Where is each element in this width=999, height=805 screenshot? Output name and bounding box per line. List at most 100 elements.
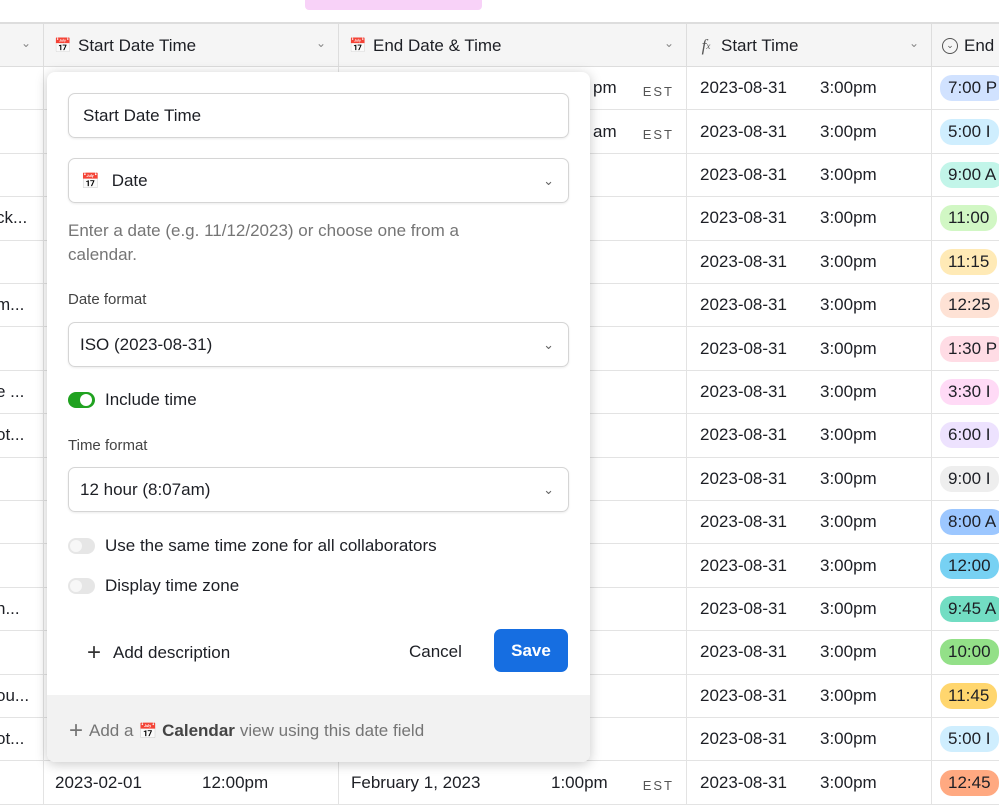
cell-start-time[interactable]: 2023-08-31 3:00pm xyxy=(687,370,932,414)
cell-start-time[interactable]: 2023-08-31 3:00pm xyxy=(687,674,932,717)
column-header-end-date-time[interactable]: 📅 End Date & Time ⌄ xyxy=(339,24,687,67)
column-header-start-time[interactable]: f x Start Time ⌄ xyxy=(687,24,932,67)
date-format-label: Date format xyxy=(68,291,147,308)
cell-primary[interactable] xyxy=(0,327,44,370)
cell-primary[interactable] xyxy=(0,501,44,544)
column-header-start-date-time[interactable]: 📅 Start Date Time ⌄ xyxy=(44,24,339,67)
start-time-date: 2023-08-31 xyxy=(700,251,787,271)
cell-start-time[interactable]: 2023-08-31 3:00pm xyxy=(687,153,932,197)
cell-primary[interactable] xyxy=(0,110,44,153)
add-description-button[interactable]: + Add description xyxy=(87,639,230,667)
add-calendar-view-link[interactable]: + Add a 📅 Calendar view using this date … xyxy=(47,695,590,762)
column-header-end[interactable]: ⌄ End xyxy=(932,24,999,67)
field-type-select[interactable]: 📅 Date ⌄ xyxy=(68,158,569,203)
field-name-input[interactable]: Start Date Time xyxy=(68,93,569,138)
plus-icon: + xyxy=(87,639,102,666)
cell-end-date-time[interactable]: February 1, 2023 1:00pm EST xyxy=(339,761,687,804)
cell-primary[interactable]: n... xyxy=(0,587,44,631)
cell-end[interactable]: 11:45 xyxy=(932,675,999,717)
start-time-time: 3:00pm xyxy=(820,164,877,184)
cell-end[interactable]: 1:30 P xyxy=(932,327,999,369)
cell-start-time[interactable]: 2023-08-31 3:00pm xyxy=(687,501,932,544)
chevron-down-icon[interactable]: ⌄ xyxy=(316,36,326,50)
column-label: Start Time xyxy=(721,35,799,55)
cell-end[interactable]: 9:00 I xyxy=(932,458,999,500)
cell-start-time[interactable]: 2023-08-31 3:00pm xyxy=(687,327,932,370)
end-time-pill: 10:00 xyxy=(940,639,999,666)
time-format-select[interactable]: 12 hour (8:07am) ⌄ xyxy=(68,467,569,512)
cell-primary[interactable]: ot... xyxy=(0,414,44,457)
cell-end[interactable]: 12:00 xyxy=(932,544,999,586)
cell-start-time[interactable]: 2023-08-31 3:00pm xyxy=(687,414,932,457)
cell-end[interactable]: 9:45 A xyxy=(932,588,999,630)
cell-end[interactable]: 11:15 xyxy=(932,241,999,283)
save-button[interactable]: Save xyxy=(494,629,568,672)
cell-end[interactable]: 12:45 xyxy=(932,761,999,803)
cell-start-time[interactable]: 2023-08-31 3:00pm xyxy=(687,197,932,240)
cell-primary[interactable] xyxy=(0,631,44,674)
cell-primary[interactable] xyxy=(0,761,44,804)
date-format-select[interactable]: ISO (2023-08-31) ⌄ xyxy=(68,322,569,367)
cell-end[interactable]: 7:00 P xyxy=(932,67,999,109)
start-time-date: 2023-08-31 xyxy=(700,555,787,575)
cancel-button[interactable]: Cancel xyxy=(409,642,462,662)
chevron-down-icon[interactable]: ⌄ xyxy=(909,36,919,50)
start-time-time: 3:00pm xyxy=(820,338,877,358)
cell-primary[interactable] xyxy=(0,240,44,283)
end-time-pill: 8:00 A xyxy=(940,509,999,536)
same-timezone-toggle[interactable] xyxy=(68,538,95,554)
cell-start-time[interactable]: 2023-08-31 3:00pm xyxy=(687,240,932,283)
cell-primary[interactable] xyxy=(0,153,44,197)
cell-end[interactable]: 9:00 A xyxy=(932,154,999,196)
cell-primary[interactable]: ot... xyxy=(0,718,44,761)
chevron-down-icon[interactable]: ⌄ xyxy=(664,36,674,50)
cell-start-time[interactable]: 2023-08-31 3:00pm xyxy=(687,718,932,761)
cell-primary[interactable]: ou... xyxy=(0,674,44,717)
cell-end[interactable]: 6:00 I xyxy=(932,414,999,456)
cell-primary[interactable] xyxy=(0,544,44,587)
cell-start-time[interactable]: 2023-08-31 3:00pm xyxy=(687,457,932,500)
primary-value: m... xyxy=(0,295,25,315)
cell-primary[interactable]: m... xyxy=(0,284,44,327)
field-type-value: Date xyxy=(111,170,148,190)
cell-primary[interactable] xyxy=(0,457,44,500)
include-time-label: Include time xyxy=(105,390,197,409)
cell-end[interactable]: 10:00 xyxy=(932,631,999,673)
start-time-time: 3:00pm xyxy=(820,295,877,315)
help-text: Enter a date (e.g. 11/12/2023) or choose… xyxy=(68,221,459,264)
cell-start-time[interactable]: 2023-08-31 3:00pm xyxy=(687,284,932,327)
primary-value: ck... xyxy=(0,208,28,228)
end-time-pill: 11:00 xyxy=(940,205,998,232)
cell-end[interactable]: 3:30 I xyxy=(932,371,999,413)
cell-start-time[interactable]: 2023-08-31 3:00pm xyxy=(687,587,932,631)
end-time-pill: 9:45 A xyxy=(940,595,999,622)
start-time-time: 3:00pm xyxy=(820,208,877,228)
column-label: End xyxy=(964,35,995,55)
cell-end[interactable]: 5:00 I xyxy=(932,718,999,760)
end-time-pill: 3:30 I xyxy=(940,378,999,405)
display-timezone-label: Display time zone xyxy=(105,576,240,595)
include-time-toggle[interactable] xyxy=(68,392,95,408)
display-timezone-toggle[interactable] xyxy=(68,578,95,594)
cell-start-time[interactable]: 2023-08-31 3:00pm xyxy=(687,761,932,804)
cell-start-date-time[interactable]: 2023-02-01 12:00pm xyxy=(44,761,339,804)
start-time-date: 2023-08-31 xyxy=(700,164,787,184)
cell-start-time[interactable]: 2023-08-31 3:00pm xyxy=(687,110,932,153)
chevron-down-icon[interactable]: ⌄ xyxy=(21,36,31,50)
cell-primary[interactable] xyxy=(0,67,44,110)
toolbar-pill[interactable] xyxy=(305,0,482,10)
time-format-label: Time format xyxy=(68,437,148,454)
start-time-date: 2023-08-31 xyxy=(700,642,787,662)
cell-start-time[interactable]: 2023-08-31 3:00pm xyxy=(687,544,932,587)
cell-start-time[interactable]: 2023-08-31 3:00pm xyxy=(687,67,932,110)
cell-end[interactable]: 12:25 xyxy=(932,284,999,326)
cell-primary[interactable]: ck... xyxy=(0,197,44,240)
cell-end[interactable]: 5:00 I xyxy=(932,110,999,152)
cell-end[interactable]: 8:00 A xyxy=(932,501,999,543)
table-row[interactable]: 2023-02-01 12:00pm February 1, 2023 1:00pm E… xyxy=(0,761,999,805)
plus-icon: + xyxy=(69,717,84,744)
column-header-primary[interactable]: ⌄ xyxy=(0,24,44,67)
cell-start-time[interactable]: 2023-08-31 3:00pm xyxy=(687,631,932,674)
cell-end[interactable]: 11:00 xyxy=(932,197,999,239)
cell-primary[interactable]: e ... xyxy=(0,370,44,414)
